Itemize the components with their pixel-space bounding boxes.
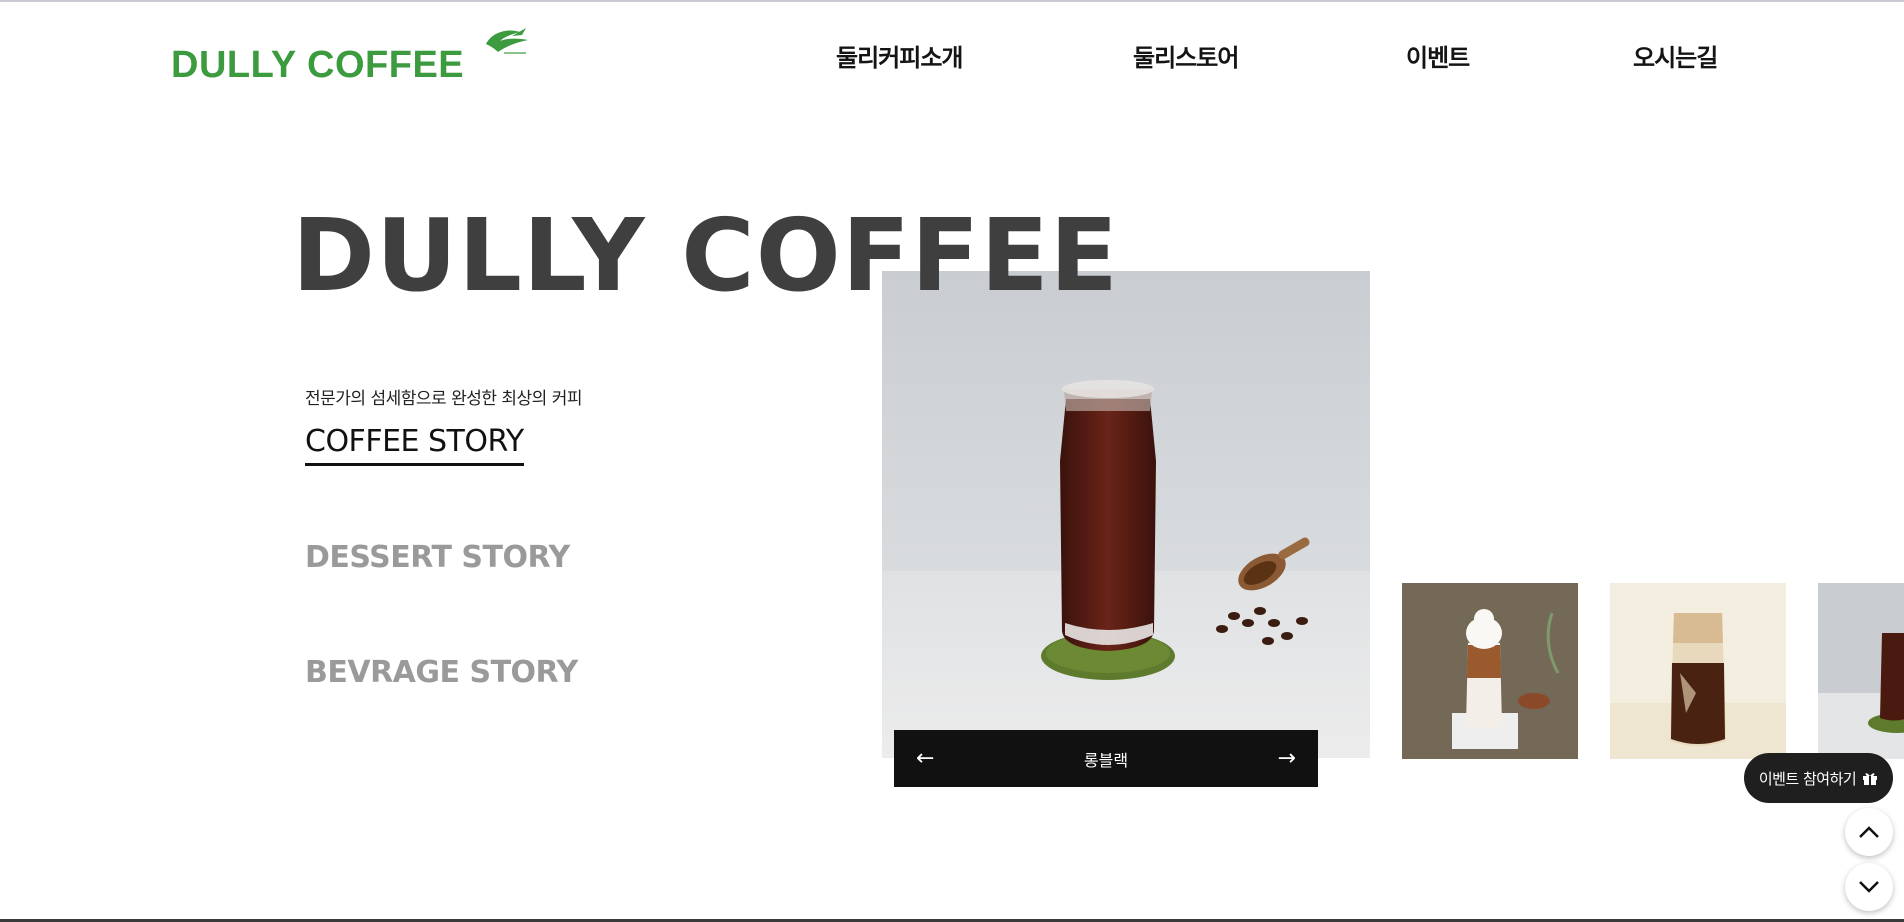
event-join-label: 이벤트 참여하기 [1758,769,1857,788]
story-tab-beverage[interactable]: BEVRAGE STORY [305,655,578,690]
story-tab-coffee[interactable]: COFFEE STORY [305,424,524,466]
scroll-down-button[interactable] [1845,863,1893,911]
gift-icon [1863,773,1878,785]
nav-item-location[interactable]: 오시는길 [1633,38,1718,73]
logo-text: DULLY COFFEE [171,44,465,86]
chevron-down-icon [1859,881,1879,893]
story-tab-dessert[interactable]: DESSERT STORY [305,540,570,575]
hero-tagline: 전문가의 섬세함으로 완성한 최상의 커피 [305,389,583,409]
arrow-right-icon[interactable]: → [1278,747,1296,770]
nav-item-store[interactable]: 둘리스토어 [1133,38,1239,73]
chevron-up-icon [1859,826,1879,838]
bird-logo-icon [486,28,529,54]
top-border [0,0,1904,2]
thumbnail-2[interactable] [1610,583,1786,759]
slider-caption-bar: ← 롱블랙 → [894,730,1318,787]
thumbnail-3[interactable] [1818,583,1904,759]
main-product-image [882,271,1370,758]
event-join-button[interactable]: 이벤트 참여하기 [1744,753,1893,803]
nav-item-about[interactable]: 둘리커피소개 [836,38,963,73]
logo[interactable]: DULLY COFFEE [171,28,532,86]
hero-title: DULLY COFFEE [292,197,1119,314]
slider-caption: 롱블랙 [1083,750,1129,770]
nav-item-event[interactable]: 이벤트 [1406,38,1470,73]
thumbnail-1[interactable] [1402,583,1578,759]
scroll-up-button[interactable] [1845,808,1893,856]
arrow-left-icon[interactable]: ← [916,747,934,770]
